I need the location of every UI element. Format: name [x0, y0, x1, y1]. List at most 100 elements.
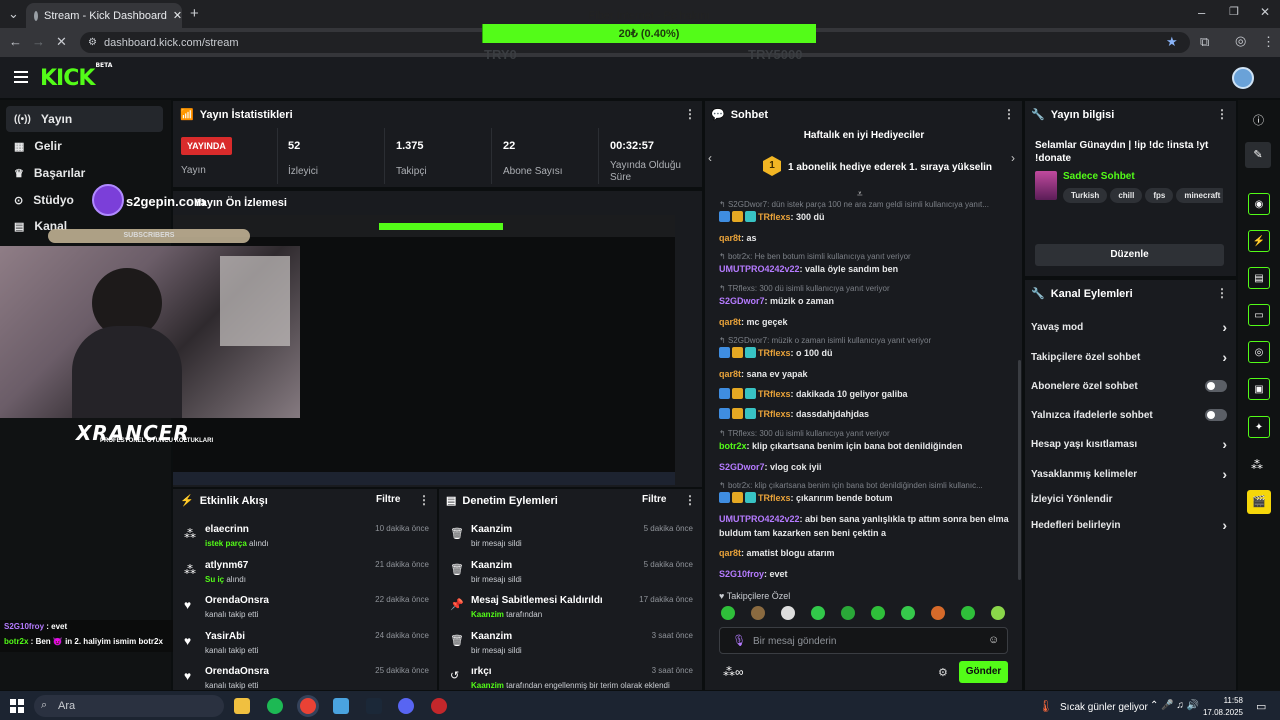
- hamburger-menu-icon[interactable]: [14, 71, 28, 83]
- chat-username[interactable]: qar8t: [719, 369, 741, 379]
- chat-username[interactable]: TRflexs: [758, 493, 791, 503]
- emote-icon[interactable]: [961, 606, 975, 620]
- channel-action-item[interactable]: Abonelere özel sohbet: [1031, 379, 1227, 393]
- close-window-icon[interactable]: ✕: [1260, 6, 1270, 19]
- stop-loading-icon[interactable]: ✕: [56, 35, 67, 48]
- chat-reply-context[interactable]: ↰ botr2x: klip çıkartsana benim için ban…: [719, 480, 1009, 492]
- chat-input[interactable]: 🎙 Bir mesaj gönderin ☺: [719, 627, 1008, 654]
- stream-info-menu-icon[interactable]: ⋮: [1216, 108, 1228, 120]
- back-icon[interactable]: ←: [9, 35, 22, 48]
- minimize-icon[interactable]: –: [1198, 6, 1205, 19]
- browser-tab[interactable]: Stream - Kick Dashboard ✕: [26, 3, 182, 28]
- extensions-icon[interactable]: ⧉: [1200, 35, 1209, 48]
- gifters-next-icon[interactable]: ›: [1011, 151, 1015, 165]
- toggle-switch[interactable]: [1205, 380, 1227, 392]
- wrench-rail-icon[interactable]: ✦: [1248, 416, 1270, 438]
- moderation-item[interactable]: 🗑 Kaanzim bir mesajı sildi 5 dakika önce: [450, 522, 693, 552]
- lightning-rail-icon[interactable]: ⚡: [1248, 230, 1270, 252]
- microphone-icon[interactable]: 🎙: [732, 634, 746, 647]
- moderation-item[interactable]: 📌 Mesaj Sabitlemesi Kaldırıldı Kaanzim tar…: [450, 593, 693, 623]
- channel-action-item[interactable]: Yasaklanmış kelimeler ›: [1031, 466, 1227, 482]
- activity-item[interactable]: ♥ YasirAbi kanalı takip etti 24 dakika önce: [184, 629, 429, 659]
- stats-menu-icon[interactable]: ⋮: [684, 108, 696, 120]
- new-tab-icon[interactable]: +: [190, 6, 199, 21]
- emote-icon[interactable]: [841, 606, 855, 620]
- chat-username[interactable]: qar8t: [719, 548, 741, 558]
- activity-item[interactable]: ⁂ elaecrinn istek parça alındı 10 dakika ön…: [184, 522, 429, 552]
- chat-username[interactable]: TRflexs: [758, 409, 791, 419]
- chat-username[interactable]: S2GDwor7: [719, 462, 765, 472]
- windows-start-icon[interactable]: [10, 699, 24, 713]
- emote-icon[interactable]: [721, 606, 735, 620]
- info-icon[interactable]: ⓘ: [1253, 112, 1264, 128]
- chat-scrollbar[interactable]: [1018, 360, 1021, 580]
- app-icon[interactable]: [333, 698, 349, 714]
- chat-username[interactable]: botr2x: [719, 441, 747, 451]
- channel-action-item[interactable]: Hesap yaşı kısıtlaması ›: [1031, 436, 1227, 452]
- channel-action-item[interactable]: Takipçilere özel sohbet ›: [1031, 349, 1227, 365]
- spotify-icon[interactable]: [267, 698, 283, 714]
- chat-username[interactable]: TRflexs: [758, 212, 791, 222]
- stream-category[interactable]: Sadece Sohbet: [1063, 171, 1135, 182]
- panel-rail-icon[interactable]: ▣: [1248, 378, 1270, 400]
- edit-pencil-icon[interactable]: ✎: [1245, 142, 1271, 168]
- menu-dots-icon[interactable]: ⋮: [1262, 35, 1275, 48]
- chat-username[interactable]: UMUTPRO4242v22: [719, 514, 800, 524]
- close-tab-icon[interactable]: ✕: [173, 9, 182, 22]
- profile-icon[interactable]: ◎: [1235, 34, 1246, 47]
- moderation-item[interactable]: 🗑 Kaanzim bir mesajı sildi 3 saat önce: [450, 629, 693, 659]
- user-avatar[interactable]: [1232, 67, 1254, 89]
- moderation-item[interactable]: 🗑 Kaanzim bir mesajı sildi 5 dakika önce: [450, 558, 693, 588]
- chat-settings-icon[interactable]: ⚙: [938, 666, 948, 679]
- discord-icon[interactable]: [398, 698, 414, 714]
- chat-reply-context[interactable]: ↰ S2GDwor7: müzik o zaman isimli kullanı…: [719, 335, 1009, 347]
- broadcast-rail-icon[interactable]: ◎: [1248, 341, 1270, 363]
- channel-action-item[interactable]: Hedefleri belirleyin ›: [1031, 517, 1227, 533]
- forward-icon[interactable]: →: [32, 35, 45, 48]
- channel-action-item[interactable]: Yalnızca ifadelerle sohbet: [1031, 408, 1227, 422]
- activity-item[interactable]: ⁂ atlynm67 Su iç alındı 21 dakika önce: [184, 558, 429, 588]
- chat-reply-context[interactable]: ↰ TRflexs: 300 dü isimli kullanıcıya yan…: [719, 428, 1009, 440]
- edit-button[interactable]: Düzenle: [1035, 244, 1224, 266]
- taskbar-search[interactable]: ⌕ Ara: [34, 695, 224, 717]
- gifters-prev-icon[interactable]: ‹: [708, 151, 712, 165]
- emote-icon[interactable]: [811, 606, 825, 620]
- sidebar-item-basarilar[interactable]: ♛ Başarılar: [6, 160, 163, 186]
- chat-username[interactable]: qar8t: [719, 233, 741, 243]
- channel-action-item[interactable]: Yavaş mod ›: [1031, 319, 1227, 335]
- emote-icon[interactable]: [931, 606, 945, 620]
- chat-username[interactable]: UMUTPRO4242v22: [719, 264, 800, 274]
- weather-text[interactable]: Sıcak günler geliyor: [1060, 702, 1148, 713]
- chat-menu-icon[interactable]: ⋮: [1003, 108, 1015, 120]
- chat-reply-context[interactable]: ↰ TRflexs: 300 dü isimli kullanıcıya yan…: [719, 283, 1009, 295]
- emote-icon[interactable]: [751, 606, 765, 620]
- kick-logo[interactable]: KICKBETA: [40, 62, 112, 91]
- chat-username[interactable]: S2GDwor7: [719, 296, 765, 306]
- notification-icon[interactable]: ▭: [1256, 700, 1266, 713]
- chat-reply-context[interactable]: ↰ S2GDwor7: dün istek parça 100 ne ara z…: [719, 199, 1009, 211]
- maximize-icon[interactable]: ❐: [1229, 6, 1239, 19]
- emote-icon[interactable]: [781, 606, 795, 620]
- tab-search-icon[interactable]: ⌄: [8, 7, 19, 20]
- activity-item[interactable]: ♥ OrendaOnsra kanalı takip etti 25 dakika ö…: [184, 664, 429, 694]
- moderation-menu-icon[interactable]: ⋮: [684, 494, 696, 506]
- activity-menu-icon[interactable]: ⋮: [418, 494, 430, 506]
- emote-icon[interactable]: [901, 606, 915, 620]
- tray-icons[interactable]: ⌃ 🎤 ♫ 🔊: [1150, 700, 1199, 711]
- chat-rail-icon[interactable]: ▭: [1248, 304, 1270, 326]
- chrome-icon[interactable]: [300, 698, 316, 714]
- activity-item[interactable]: ♥ OrendaOnsra kanalı takip etti 22 dakika ö…: [184, 593, 429, 623]
- chat-username[interactable]: qar8t: [719, 317, 741, 327]
- moderation-item[interactable]: ↺ ırkçı Kaanzim tarafından engellenmiş bir…: [450, 664, 693, 694]
- send-button[interactable]: Gönder: [959, 661, 1008, 683]
- chat-username[interactable]: TRflexs: [758, 348, 791, 358]
- channel-action-item[interactable]: İzleyici Yönlendir: [1031, 492, 1227, 506]
- file-explorer-icon[interactable]: [234, 698, 250, 714]
- chat-username[interactable]: S2G10froy: [719, 569, 764, 579]
- list-rail-icon[interactable]: ▤: [1248, 267, 1270, 289]
- emote-icon[interactable]: [871, 606, 885, 620]
- site-info-icon[interactable]: ⚙: [88, 36, 97, 49]
- moderation-filter-button[interactable]: Filtre: [642, 494, 666, 505]
- chat-username[interactable]: TRflexs: [758, 389, 791, 399]
- chat-reply-context[interactable]: ↰ botr2x: He ben botum isimli kullanıcıy…: [719, 251, 1009, 263]
